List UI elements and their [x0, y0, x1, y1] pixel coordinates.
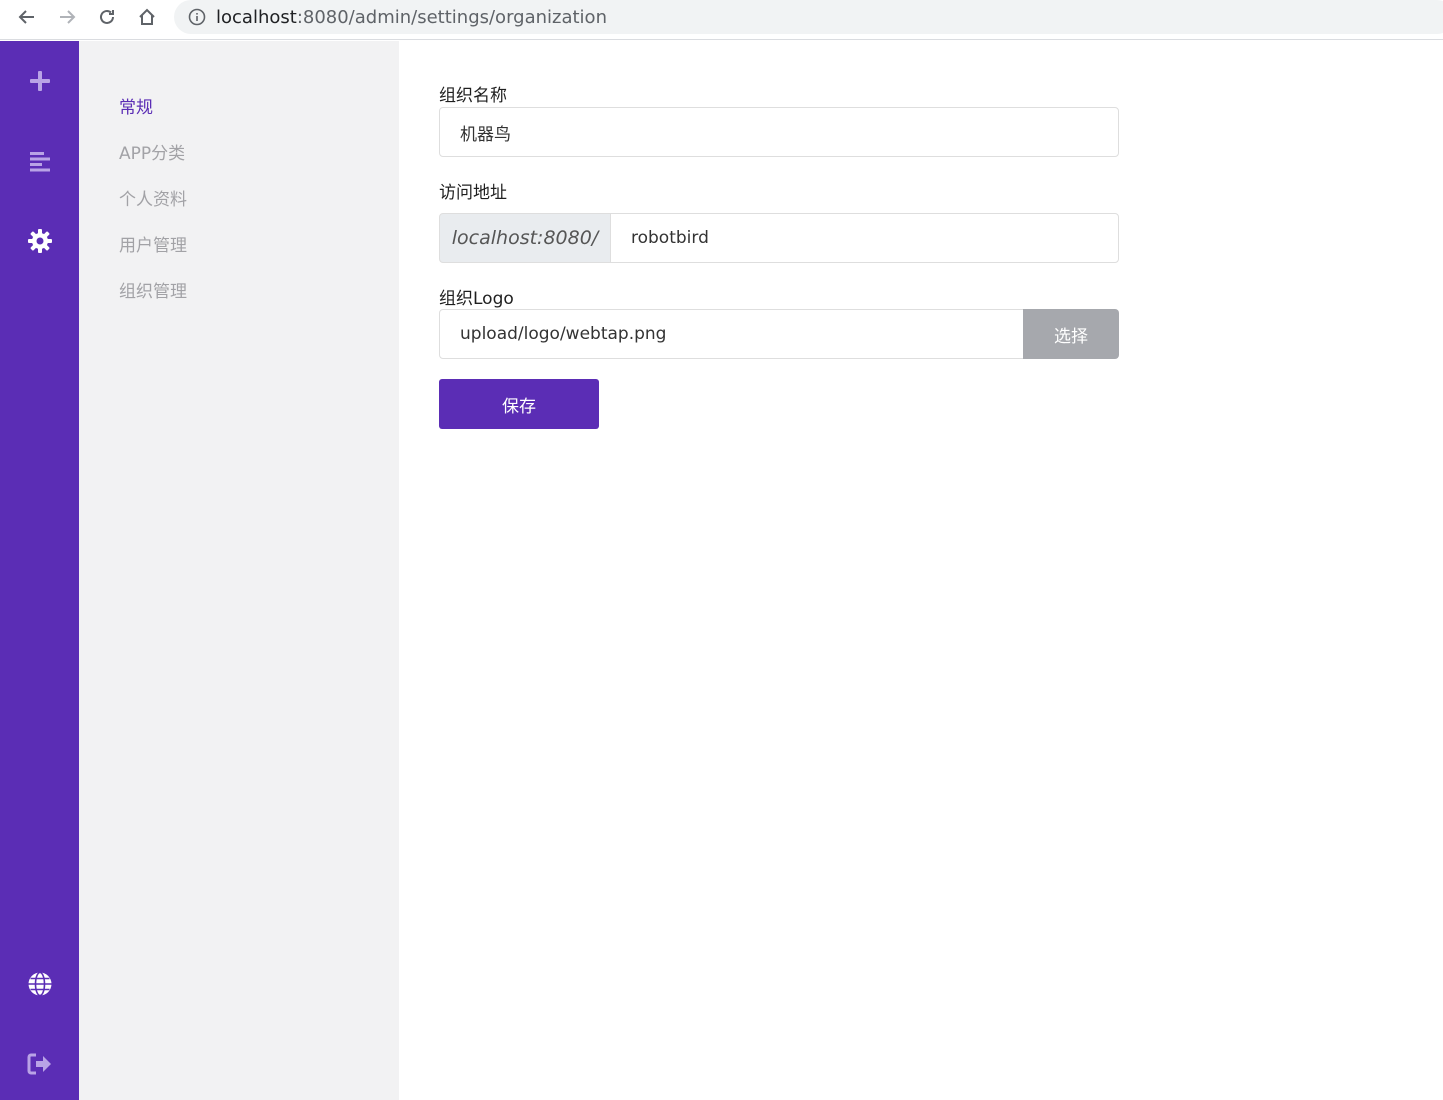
submenu-item-general[interactable]: 常规 — [119, 93, 153, 118]
access-url-input[interactable]: robotbird — [610, 213, 1119, 263]
logo-path-input[interactable]: upload/logo/webtap.png — [439, 309, 1024, 359]
org-logo-label: 组织Logo — [439, 289, 514, 309]
arrow-right-icon — [60, 10, 76, 24]
arrow-left-icon — [18, 10, 34, 24]
reload-icon — [100, 9, 114, 24]
url-text: localhost:8080/admin/settings/organizati… — [216, 7, 607, 28]
home-icon — [139, 8, 155, 25]
browser-toolbar: localhost:8080/admin/settings/organizati… — [0, 0, 1443, 40]
settings-form: 组织名称 机器鸟 访问地址 localhost:8080/ robotbird … — [399, 41, 1443, 1100]
org-name-input[interactable]: 机器鸟 — [439, 107, 1119, 157]
globe-icon[interactable] — [24, 968, 56, 1000]
submenu-item-user-management[interactable]: 用户管理 — [119, 231, 187, 256]
url-host: localhost — [216, 7, 297, 28]
back-button[interactable] — [12, 4, 42, 30]
access-url-prefix: localhost:8080/ — [439, 213, 611, 263]
plus-icon[interactable] — [24, 65, 56, 97]
reload-button[interactable] — [92, 4, 122, 30]
home-button[interactable] — [132, 4, 162, 30]
gear-icon[interactable] — [24, 225, 56, 257]
access-url-label: 访问地址 — [439, 183, 507, 203]
submenu-item-app-category[interactable]: APP分类 — [119, 139, 185, 164]
org-name-label: 组织名称 — [439, 86, 507, 106]
menu-lines-icon[interactable] — [24, 145, 56, 177]
sidebar — [0, 41, 79, 1100]
settings-submenu: 常规 APP分类 个人资料 用户管理 组织管理 — [79, 41, 399, 1100]
submenu-item-org-management[interactable]: 组织管理 — [119, 277, 187, 302]
submenu-item-profile[interactable]: 个人资料 — [119, 185, 187, 210]
address-bar[interactable]: localhost:8080/admin/settings/organizati… — [174, 0, 1443, 34]
url-path: :8080/admin/settings/organization — [296, 7, 607, 28]
info-icon[interactable] — [188, 8, 206, 30]
save-button[interactable]: 保存 — [439, 379, 599, 429]
choose-button[interactable]: 选择 — [1023, 309, 1119, 359]
forward-button[interactable] — [52, 4, 82, 30]
sign-out-icon[interactable] — [24, 1048, 56, 1080]
